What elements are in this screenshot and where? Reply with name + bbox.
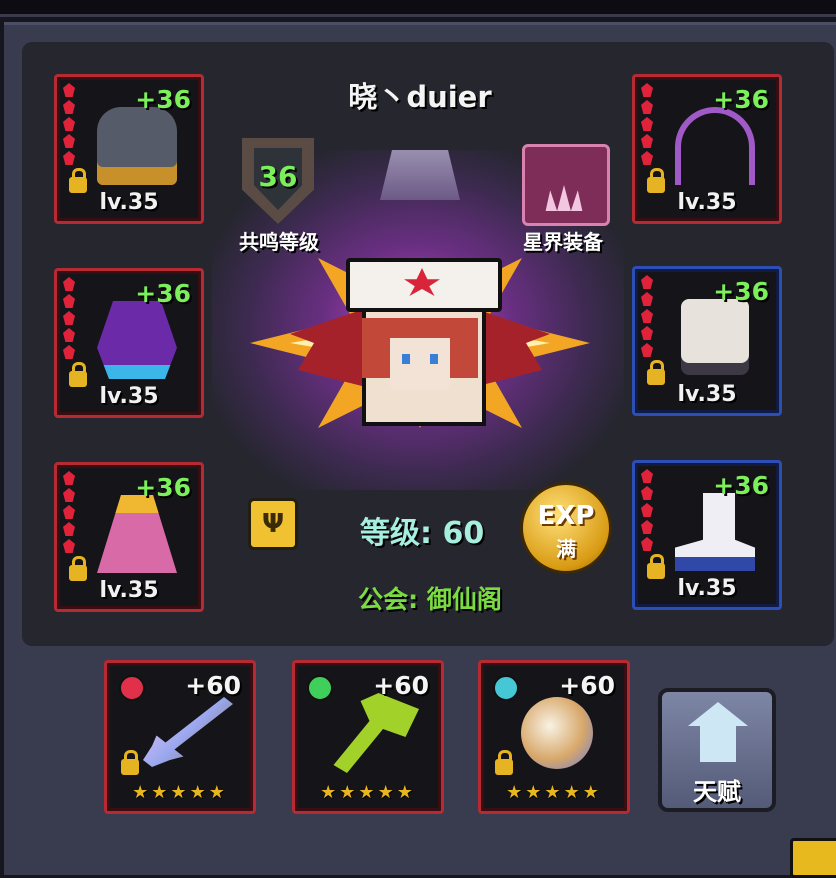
equip-slot-helmet[interactable]: +36 lv.35 (54, 74, 204, 224)
item-level: lv.35 (99, 190, 159, 215)
equip-slot-amulet[interactable]: +36 lv.35 (632, 74, 782, 224)
star-rating: ★★★★★ (506, 782, 602, 803)
element-orb-icon (119, 675, 145, 701)
enhance-level: +60 (373, 671, 429, 700)
player-level: 等级: 60 (360, 516, 485, 551)
talent-button[interactable]: 天赋 (658, 688, 776, 812)
weapon-slot-sword[interactable]: +60 ★★★★★ (104, 660, 256, 814)
player-name: 晓丶duier (348, 80, 492, 114)
star-rating: ★★★★★ (320, 782, 416, 803)
enhance-level: +36 (713, 277, 769, 306)
hero-sprite (250, 228, 590, 468)
lock-icon (495, 750, 513, 775)
enhance-level: +36 (135, 279, 191, 308)
top-bar (0, 0, 836, 17)
exp-label: EXP (537, 501, 595, 531)
equip-slot-dice[interactable]: +36 lv.35 (632, 266, 782, 416)
sword-icon (143, 697, 233, 767)
item-level: lv.35 (99, 384, 159, 409)
cloak-icon (97, 301, 177, 379)
trident-icon[interactable]: Ψ (248, 498, 298, 550)
amulet-icon (675, 107, 755, 185)
item-level: lv.35 (99, 578, 159, 603)
corner-menu-icon[interactable] (790, 838, 836, 878)
item-level: lv.35 (677, 190, 737, 215)
element-orb-icon (307, 675, 333, 701)
robe-icon (97, 495, 177, 573)
star-rating: ★★★★★ (132, 782, 228, 803)
axe-icon (333, 693, 419, 773)
stage-pillar (380, 150, 460, 200)
chest-icon (522, 144, 610, 226)
talent-label: 天赋 (693, 778, 741, 806)
exp-status: 满 (556, 537, 576, 561)
orb-icon (521, 697, 593, 769)
lock-icon (121, 750, 139, 775)
element-orb-icon (493, 675, 519, 701)
guild-name[interactable]: 公会: 御仙阁 (330, 580, 530, 616)
equip-slot-cloak[interactable]: +36 lv.35 (54, 268, 204, 418)
weapon-slot-orb[interactable]: +60 ★★★★★ (478, 660, 630, 814)
equip-slot-robe[interactable]: +36 lv.35 (54, 462, 204, 612)
boots-icon (675, 493, 755, 571)
talent-emblem-icon (688, 702, 748, 762)
item-level: lv.35 (677, 382, 737, 407)
exp-full-badge[interactable]: EXP 满 (520, 482, 612, 574)
enhance-level: +60 (559, 671, 615, 700)
enhance-level: +36 (713, 471, 769, 500)
enhance-level: +60 (185, 671, 241, 700)
item-level: lv.35 (677, 576, 737, 601)
enhance-level: +36 (135, 85, 191, 114)
resonance-level-value: 36 (258, 160, 298, 193)
equip-slot-boots[interactable]: +36 lv.35 (632, 460, 782, 610)
enhance-level: +36 (135, 473, 191, 502)
weapon-slot-axe[interactable]: +60 ★★★★★ (292, 660, 444, 814)
dice-icon (681, 299, 749, 363)
enhance-level: +36 (713, 85, 769, 114)
helmet-icon (97, 107, 177, 185)
